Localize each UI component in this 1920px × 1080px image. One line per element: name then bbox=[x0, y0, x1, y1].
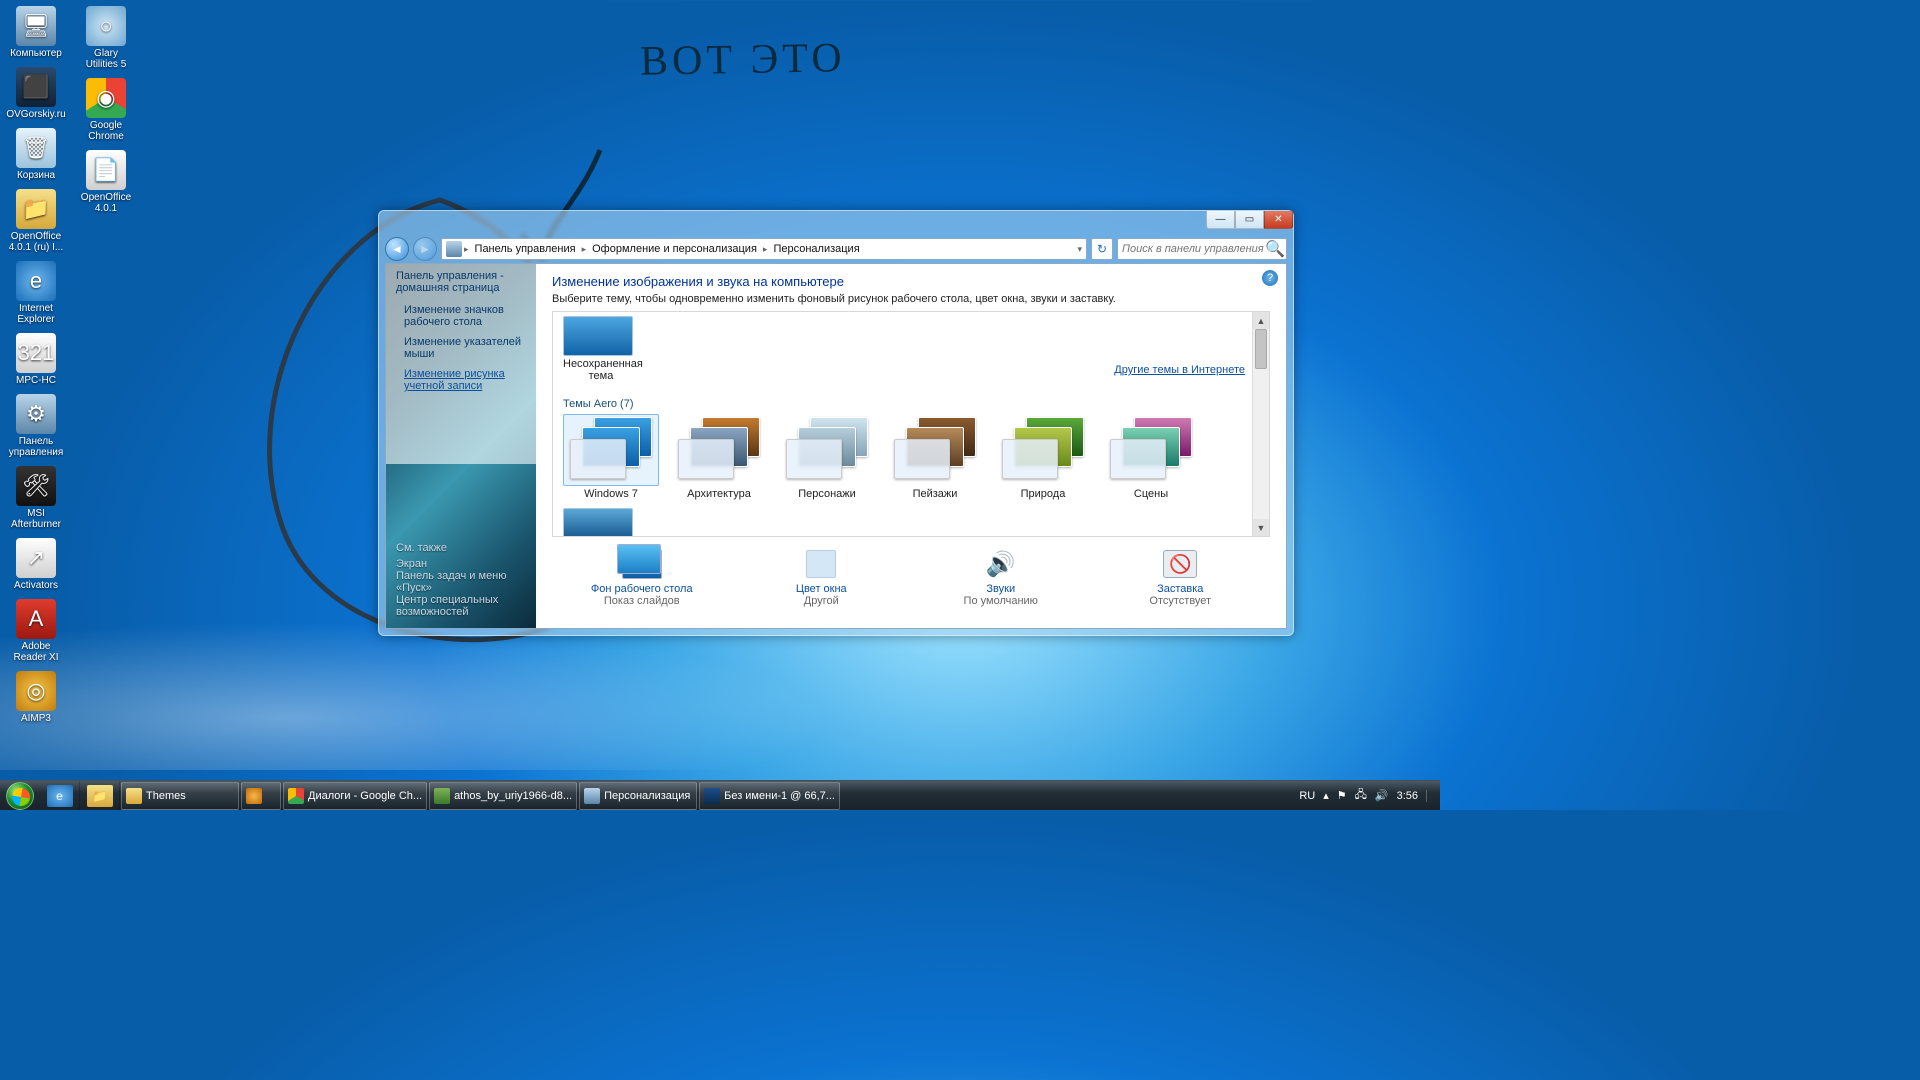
see-also-link[interactable]: Центр специальных возможностей bbox=[396, 594, 536, 618]
scroll-thumb[interactable] bbox=[1255, 329, 1267, 369]
taskbar-task[interactable] bbox=[241, 782, 281, 810]
maximize-button[interactable]: ▭ bbox=[1235, 211, 1264, 229]
desktop-icon[interactable]: 📁OpenOffice 4.0.1 (ru) I... bbox=[6, 187, 66, 255]
desktop-icon[interactable]: ○Glary Utilities 5 bbox=[76, 4, 136, 72]
more-themes-link[interactable]: Другие темы в Интернете bbox=[1114, 364, 1245, 376]
aero-heading: Темы Aero (7) bbox=[563, 398, 1259, 410]
network-icon[interactable]: 🖧 bbox=[1355, 786, 1367, 805]
scroll-up-button[interactable]: ▲ bbox=[1253, 312, 1269, 329]
bottom-setting[interactable]: 🚫ЗаставкаОтсутствует bbox=[1105, 547, 1255, 607]
minimize-button[interactable]: — bbox=[1206, 211, 1235, 229]
sidebar-home-link[interactable]: Панель управления - домашняя страница bbox=[386, 264, 536, 300]
breadcrumb[interactable]: ▸ Панель управления▸ Оформление и персон… bbox=[441, 238, 1087, 260]
refresh-button[interactable]: ↻ bbox=[1091, 238, 1113, 260]
desktop-icon[interactable]: AAdobe Reader XI bbox=[6, 597, 66, 665]
theme-item[interactable]: Сцены bbox=[1103, 414, 1199, 500]
theme-item[interactable]: Персонажи bbox=[779, 414, 875, 500]
search-input[interactable]: 🔍 bbox=[1117, 238, 1287, 260]
sidebar-item-icons[interactable]: Изменение значков рабочего стола bbox=[386, 300, 536, 332]
sidebar-item-pointers[interactable]: Изменение указателей мыши bbox=[386, 332, 536, 364]
theme-item[interactable]: Природа bbox=[995, 414, 1091, 500]
nav-back-button[interactable]: ◄ bbox=[385, 237, 409, 261]
scroll-down-button[interactable]: ▼ bbox=[1253, 519, 1269, 536]
help-icon[interactable]: ? bbox=[1262, 270, 1278, 286]
desktop-icon[interactable]: ◎AIMP3 bbox=[6, 669, 66, 726]
taskbar-task[interactable]: Без имени-1 @ 66,7... bbox=[699, 782, 840, 810]
flag-icon[interactable]: ⚑ bbox=[1337, 789, 1347, 802]
see-also-link[interactable]: Экран bbox=[396, 558, 536, 570]
desktop-icon[interactable]: ⚙Панель управления bbox=[6, 392, 66, 460]
desktop-icon[interactable]: 🖥Компьютер bbox=[6, 4, 66, 61]
show-desktop-button[interactable] bbox=[1426, 790, 1436, 802]
theme-item[interactable]: Windows 7 bbox=[563, 414, 659, 500]
taskbar-task[interactable]: Персонализация bbox=[579, 782, 697, 810]
taskbar-task[interactable]: Диалоги - Google Ch... bbox=[283, 782, 427, 810]
nav-forward-button[interactable]: ► bbox=[413, 237, 437, 261]
see-also-link[interactable]: Панель задач и меню «Пуск» bbox=[396, 570, 536, 594]
close-button[interactable]: ✕ bbox=[1264, 211, 1293, 229]
sidebar-see-also: См. также Экран Панель задач и меню «Пус… bbox=[396, 542, 536, 618]
start-button[interactable] bbox=[0, 781, 40, 810]
taskbar-task[interactable]: Themes bbox=[121, 782, 239, 810]
chevron-up-icon[interactable]: ▴ bbox=[1323, 789, 1329, 802]
window-content: Панель управления - домашняя страница Из… bbox=[385, 263, 1287, 629]
page-subtitle: Выберите тему, чтобы одновременно измени… bbox=[552, 293, 1270, 305]
lang-indicator[interactable]: RU bbox=[1299, 790, 1315, 802]
hand-annotation: ВОТ ЭТО bbox=[640, 34, 846, 86]
main-panel: ? Изменение изображения и звука на компь… bbox=[536, 264, 1286, 628]
title-bar: — ▭ ✕ bbox=[1206, 211, 1293, 229]
address-bar: ◄ ► ▸ Панель управления▸ Оформление и пе… bbox=[385, 235, 1287, 263]
bottom-setting[interactable]: Цвет окнаДругой bbox=[746, 547, 896, 607]
clock[interactable]: 3:56 bbox=[1397, 790, 1418, 802]
taskbar: e📁 Themes Диалоги - Google Ch...athos_by_… bbox=[0, 780, 1440, 810]
personalization-window: — ▭ ✕ ◄ ► ▸ Панель управления▸ Оформлени… bbox=[378, 210, 1294, 636]
desktop: 🖥Компьютер⬛OVGorskiy.ru🗑Корзина📁OpenOffi… bbox=[0, 0, 140, 770]
theme-item[interactable]: Пейзажи bbox=[887, 414, 983, 500]
desktop-icon[interactable]: 📄OpenOffice 4.0.1 bbox=[76, 148, 136, 216]
themes-list: ▲ ▼ Несохраненная тема Другие темы в Инт… bbox=[552, 311, 1270, 537]
pinned-internet-explorer[interactable]: e bbox=[40, 781, 80, 810]
desktop-icon[interactable]: ◉Google Chrome bbox=[76, 76, 136, 144]
theme-item[interactable]: Архитектура bbox=[671, 414, 767, 500]
desktop-icon[interactable]: ↗Activators bbox=[6, 536, 66, 593]
system-tray: RU ▴ ⚑ 🖧 🔊 3:56 bbox=[1295, 781, 1440, 810]
sidebar-item-account-picture[interactable]: Изменение рисунка учетной записи bbox=[386, 364, 536, 396]
sidebar: Панель управления - домашняя страница Из… bbox=[386, 264, 536, 628]
desktop-icon[interactable]: 🗑Корзина bbox=[6, 126, 66, 183]
bottom-setting[interactable]: Фон рабочего столаПоказ слайдов bbox=[567, 547, 717, 607]
desktop-icon[interactable]: eInternet Explorer bbox=[6, 259, 66, 327]
volume-icon[interactable]: 🔊 bbox=[1375, 789, 1389, 802]
pinned-explorer[interactable]: 📁 bbox=[80, 781, 120, 810]
page-title: Изменение изображения и звука на компьют… bbox=[552, 274, 1270, 289]
bottom-setting[interactable]: 🔊ЗвукиПо умолчанию bbox=[926, 547, 1076, 607]
desktop-icon[interactable]: 321MPC-HC bbox=[6, 331, 66, 388]
taskbar-task[interactable]: athos_by_uriy1966-d8... bbox=[429, 782, 577, 810]
search-icon: 🔍 bbox=[1265, 239, 1285, 259]
desktop-icon[interactable]: 🛠MSI Afterburner bbox=[6, 464, 66, 532]
unsaved-theme[interactable]: Несохраненная тема bbox=[563, 316, 639, 382]
desktop-icon[interactable]: ⬛OVGorskiy.ru bbox=[6, 65, 66, 122]
scrollbar[interactable]: ▲ ▼ bbox=[1252, 312, 1269, 536]
